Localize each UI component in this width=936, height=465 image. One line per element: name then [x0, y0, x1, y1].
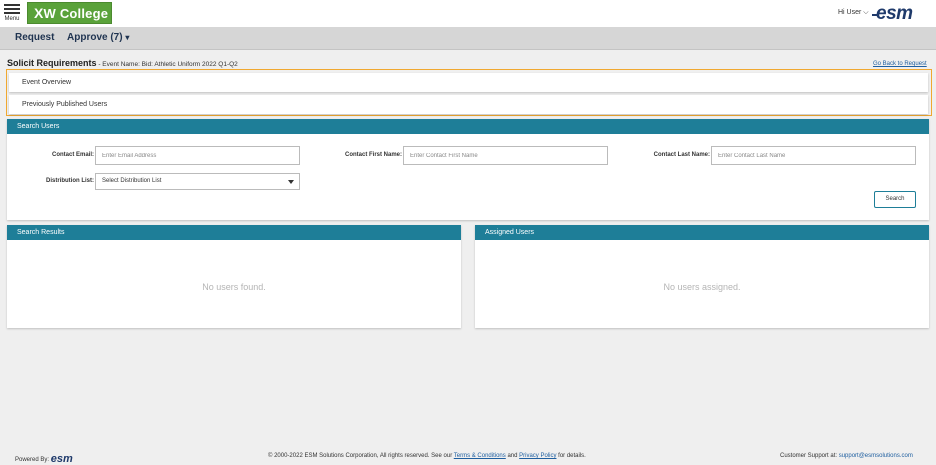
- caret-down-icon: [288, 180, 294, 184]
- copyright-prefix: © 2000-2022 ESM Solutions Corporation, A…: [268, 453, 454, 459]
- user-menu[interactable]: Hi User ⌵: [838, 9, 869, 17]
- support-email-link[interactable]: support@esmsolutions.com: [839, 453, 913, 459]
- powered-by: Powered By: esm: [15, 452, 73, 465]
- copyright-text: © 2000-2022 ESM Solutions Corporation, A…: [268, 453, 586, 459]
- top-bar: Menu XW College Hi User ⌵ esm: [0, 0, 936, 27]
- caret-down-icon: ▾: [125, 33, 130, 42]
- contact-first-name-input[interactable]: [403, 146, 608, 165]
- page-subtitle: - Event Name: Bid: Athletic Uniform 2022…: [96, 61, 238, 68]
- go-back-link[interactable]: Go Back to Request: [873, 61, 927, 67]
- nav-bar: Request Approve (7) ▾: [0, 27, 936, 50]
- distribution-list-label: Distribution List:: [46, 178, 94, 184]
- hamburger-icon: [3, 4, 21, 14]
- no-users-assigned-message: No users assigned.: [663, 282, 741, 292]
- distribution-list-select[interactable]: Select Distribution List: [95, 173, 300, 190]
- menu-label: Menu: [4, 16, 20, 22]
- page-title: Solicit Requirements: [7, 58, 97, 68]
- chevron-down-icon: ⌵: [863, 9, 869, 16]
- copyright-suffix: for details.: [556, 453, 586, 459]
- logo-text: W College: [43, 6, 109, 21]
- no-users-found-message: No users found.: [202, 282, 266, 292]
- search-results-header: Search Results: [7, 225, 461, 240]
- nav-approve-label: Approve (7): [67, 32, 123, 43]
- search-users-header: Search Users: [7, 119, 929, 134]
- user-greeting: Hi User: [838, 9, 862, 16]
- contact-last-name-label: Contact Last Name:: [653, 152, 710, 158]
- accordion-highlight: Event Overview Previously Published User…: [6, 69, 932, 116]
- esm-footer-logo: esm: [50, 453, 73, 465]
- search-results-panel: Search Results No users found.: [7, 225, 461, 328]
- footer: Powered By: esm © 2000-2022 ESM Solution…: [0, 448, 936, 465]
- search-button[interactable]: Search: [874, 191, 916, 208]
- contact-first-name-label: Contact First Name:: [344, 152, 402, 158]
- copyright-and: and: [505, 453, 520, 459]
- page-title-row: Solicit Requirements - Event Name: Bid: …: [7, 58, 238, 68]
- menu-button[interactable]: Menu: [3, 2, 21, 24]
- assigned-users-header: Assigned Users: [475, 225, 929, 240]
- customer-support: Customer Support at: support@esmsolution…: [780, 453, 913, 459]
- esm-logo: esm: [872, 3, 913, 24]
- contact-email-label: Contact Email:: [51, 152, 94, 158]
- terms-link[interactable]: Terms & Conditions: [454, 453, 506, 459]
- college-logo[interactable]: XW College: [27, 2, 112, 24]
- contact-last-name-input[interactable]: [711, 146, 916, 165]
- contact-email-input[interactable]: [95, 146, 300, 165]
- accordion-previously-published-users[interactable]: Previously Published Users: [9, 95, 928, 114]
- powered-by-label: Powered By:: [15, 457, 50, 463]
- nav-request[interactable]: Request: [15, 32, 54, 43]
- logo-mark: X: [34, 5, 44, 21]
- distribution-list-value: Select Distribution List: [102, 178, 162, 184]
- accordion-event-overview[interactable]: Event Overview: [9, 73, 928, 92]
- search-users-panel: Search Users Contact Email: Contact Firs…: [7, 119, 929, 220]
- nav-approve[interactable]: Approve (7) ▾: [67, 32, 129, 43]
- support-prefix: Customer Support at:: [780, 453, 839, 459]
- assigned-users-panel: Assigned Users No users assigned.: [475, 225, 929, 328]
- privacy-link[interactable]: Privacy Policy: [519, 453, 556, 459]
